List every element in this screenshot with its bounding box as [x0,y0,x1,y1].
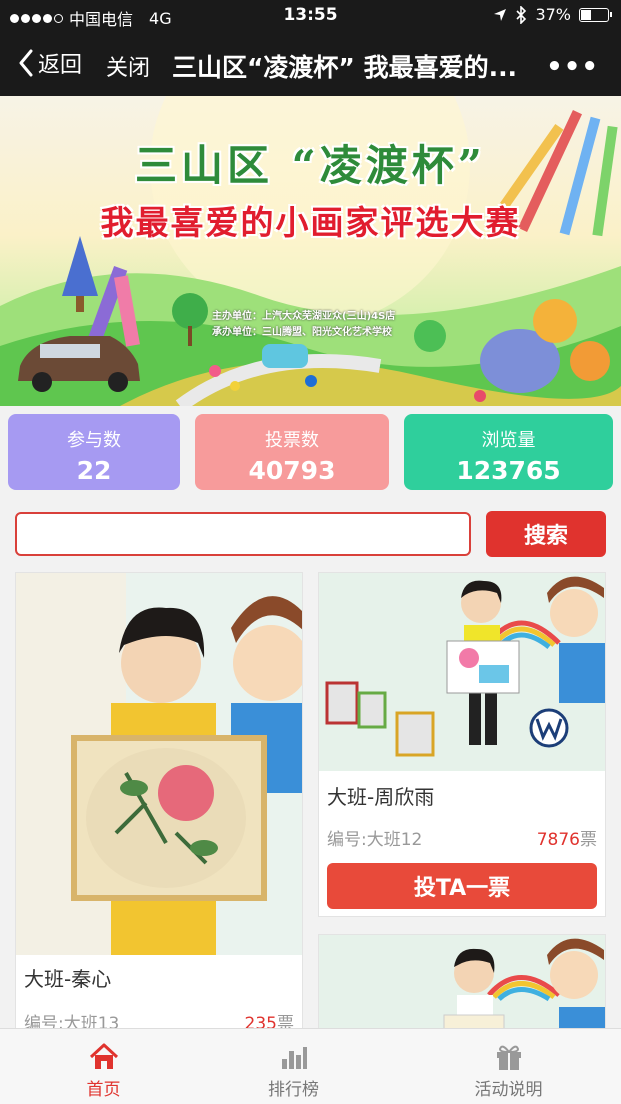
co-organizer-text: 承办单位：三山腾盟、阳光文化艺术学校 [212,327,392,338]
tab-rules-label: 活动说明 [474,1080,543,1100]
stats-row: 参与数 22 投票数 40793 浏览量 123765 [8,414,613,490]
views-label: 浏览量 [481,430,536,451]
entry-name: 大班-秦心 [24,967,112,991]
entry-photo[interactable] [16,573,302,955]
entry-votes-count: 7876 [536,830,580,850]
participants-stat: 参与数 22 [8,414,180,490]
status-right: 37% [493,5,612,24]
back-button[interactable]: 返回 [18,47,82,79]
close-button[interactable]: 关闭 [106,50,150,82]
views-stat: 浏览量 123765 [404,414,613,490]
banner-organizers: 主办单位：上汽大众芜湖亚众(三山)4S店 承办单位：三山腾盟、阳光文化艺术学校 [212,309,395,341]
battery-percent: 37% [535,5,571,24]
app-root: 中国电信 4G 13:55 37% 返回 关闭 三山区“凌渡杯” 我最喜爱的..… [0,0,621,1104]
entry-photo-image [319,573,605,771]
entry-card[interactable]: 大班-秦心 编号:大班13 235票 [15,572,303,1042]
back-label: 返回 [38,53,83,78]
tab-rules[interactable]: 活动说明 [405,1029,612,1104]
entry-photo-image [16,573,302,955]
chevron-left-icon [19,49,33,77]
participants-value: 22 [76,456,112,485]
votes-value: 40793 [248,456,336,485]
entry-votes: 7876票 [537,825,597,850]
nav-bar: 返回 关闭 三山区“凌渡杯” 我最喜爱的... ••• [0,32,621,96]
page-title: 三山区“凌渡杯” 我最喜爱的... [172,53,518,82]
carousel-indicator[interactable] [305,375,317,387]
views-value: 123765 [456,456,561,485]
location-arrow-icon [494,8,507,21]
entry-number: 编号:大班12 [327,830,423,850]
votes-stat: 投票数 40793 [195,414,389,490]
battery-icon [579,7,612,22]
search-input[interactable] [15,512,471,556]
organizer-text: 主办单位：上汽大众芜湖亚众(三山)4S店 [212,311,396,322]
banner-title-line2: 我最喜爱的小画家评选大赛 [100,203,521,242]
votes-label: 投票数 [265,430,319,451]
tab-bar: 首页 排行榜 活动说明 [0,1028,621,1104]
more-menu-button[interactable]: ••• [546,52,599,82]
entry-name: 大班-周欣雨 [327,785,435,809]
gift-icon [496,1045,521,1070]
search-button[interactable]: 搜索 [486,511,606,557]
banner-title-line1: 三山区 “凌渡杯” [135,141,486,190]
banner[interactable]: 三山区 “凌渡杯” 我最喜爱的小画家评选大赛 主办单位：上汽大众芜湖亚众(三山)… [0,96,621,406]
status-bar: 中国电信 4G 13:55 37% [0,0,621,32]
home-icon [89,1043,118,1069]
participants-label: 参与数 [67,430,121,451]
entry-photo[interactable] [319,573,605,771]
entry-card[interactable]: 大班-周欣雨 编号:大班12 7876票 投TA一票 [318,572,606,917]
tab-home[interactable]: 首页 [0,1029,207,1104]
entry-votes-unit: 票 [580,830,597,850]
bar-chart-icon [281,1047,307,1069]
bluetooth-icon [516,5,527,24]
tab-home-label: 首页 [86,1080,121,1100]
tab-ranking-label: 排行榜 [268,1080,319,1100]
tab-ranking[interactable]: 排行榜 [190,1029,397,1104]
vote-button[interactable]: 投TA一票 [327,863,597,909]
